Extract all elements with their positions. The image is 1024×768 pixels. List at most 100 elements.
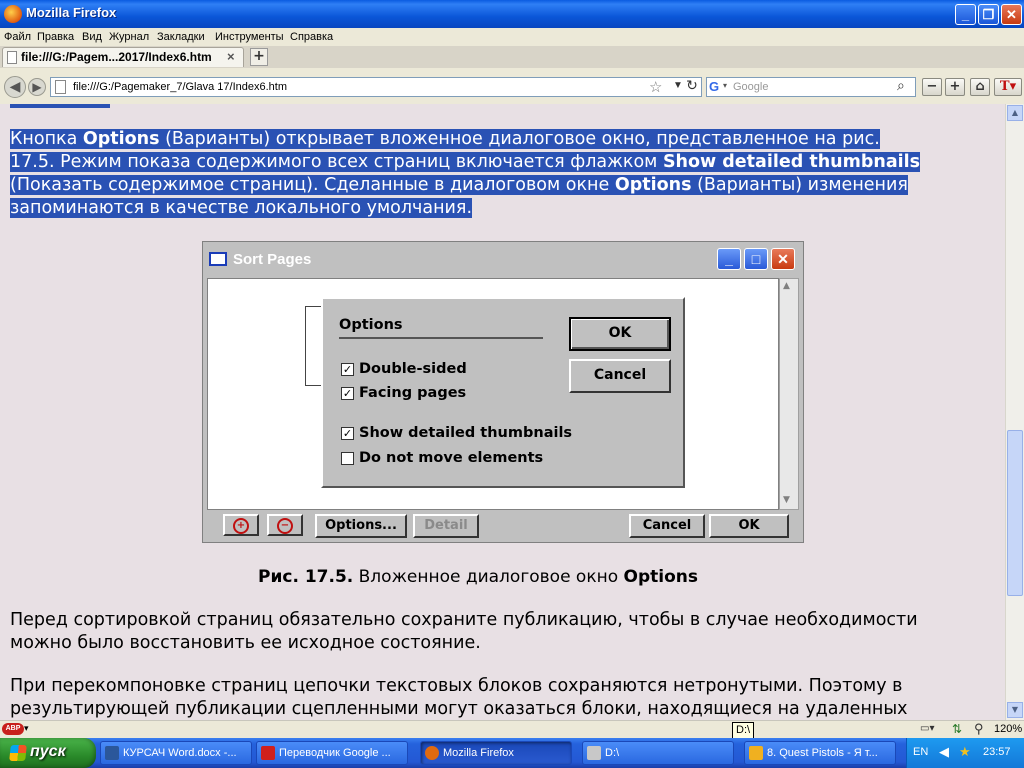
zoom-in-thumb-icon: + [223, 514, 259, 536]
double-sided-label: Double-sided [359, 361, 467, 377]
tab-label: file:///G:/Pagem...2017/Index6.htm [21, 50, 212, 64]
facing-pages-checkbox: ✓ [341, 387, 354, 400]
url-bar[interactable]: file:///G:/Pagemaker_7/Glava 17/Index6.h… [50, 77, 702, 97]
firefox-icon [425, 746, 439, 760]
menu-view[interactable]: Вид [82, 31, 102, 43]
paragraph-text-blocks: При перекомпоновке страниц цепочки текст… [10, 676, 908, 719]
scroll-down-button[interactable]: ▼ [1007, 702, 1023, 718]
tab-close-icon[interactable]: × [227, 49, 235, 64]
system-tray: EN ◀ ★ 23:57 [906, 738, 1024, 768]
scroll-thumb[interactable] [1007, 430, 1023, 596]
clock: 23:57 [983, 746, 1011, 758]
bookmark-star-icon[interactable]: ☆ [649, 78, 662, 96]
maximize-button[interactable]: ❐ [978, 4, 999, 25]
zoom-out-button[interactable]: − [922, 78, 942, 96]
taskbar-item-drive-d[interactable]: D:\ [582, 741, 734, 765]
adblock-dropdown-icon[interactable]: ▾ [24, 723, 29, 734]
detail-button: Detail [413, 514, 479, 538]
zoom-in-button[interactable]: + [945, 78, 965, 96]
taskbar-item-translator[interactable]: Переводчик Google ... [256, 741, 408, 765]
fig-minimize-icon: _ [717, 248, 741, 270]
sort-cancel-button: Cancel [629, 514, 705, 538]
menu-history[interactable]: Журнал [109, 31, 149, 43]
scroll-up-button[interactable]: ▲ [1007, 105, 1023, 121]
firefox-icon [4, 5, 22, 23]
options-ok-button: OK [569, 317, 671, 351]
status-widget-icon[interactable]: ▭▾ [920, 723, 934, 734]
taskbar-item-player[interactable]: 8. Quest Pistols - Я т... [744, 741, 896, 765]
options-dialog: Options ✓ Double-sided ✓ Facing pages ✓ … [321, 297, 685, 488]
double-sided-checkbox: ✓ [341, 363, 354, 376]
figure-caption: Рис. 17.5. Вложенное диалоговое окно Opt… [258, 567, 699, 587]
search-placeholder: Google [733, 81, 769, 93]
word-icon [105, 746, 119, 760]
window-title: Mozilla Firefox [26, 5, 117, 20]
taskbar-item-firefox[interactable]: Mozilla Firefox [420, 741, 572, 765]
menu-bookmarks[interactable]: Закладки [157, 31, 205, 43]
title-divider [339, 337, 543, 339]
options-cancel-button: Cancel [569, 359, 671, 393]
url-text: file:///G:/Pagemaker_7/Glava 17/Index6.h… [73, 81, 288, 93]
zoom-icon[interactable]: ⚲ [974, 721, 984, 737]
fig-scrollbar: ▲ ▼ [779, 278, 799, 510]
windows-logo-icon [9, 745, 27, 761]
reload-icon[interactable]: ↻ [682, 78, 702, 96]
translate-addon-icon[interactable]: T▾ [994, 78, 1022, 96]
page-icon [55, 80, 66, 94]
search-bar[interactable]: G ▾ Google ⌕ [706, 77, 916, 97]
taskbar: пуск КУРСАЧ Word.docx -... Переводчик Go… [0, 738, 1024, 768]
tab-index6[interactable]: file:///G:/Pagem...2017/Index6.htm × [2, 47, 244, 67]
do-not-move-label: Do not move elements [359, 450, 544, 466]
start-button[interactable]: пуск [0, 738, 96, 768]
options-title: Options [339, 317, 403, 333]
sort-ok-button: OK [709, 514, 789, 538]
window-icon [209, 252, 227, 266]
tray-player-icon[interactable]: ★ [959, 744, 971, 760]
page-content: Кнопка Options (Варианты) открывает влож… [0, 104, 1005, 720]
window-titlebar[interactable]: Mozilla Firefox _ ❐ ✕ [0, 0, 1024, 28]
player-icon [749, 746, 763, 760]
facing-pages-label: Facing pages [359, 385, 467, 401]
network-icon[interactable]: ⇅ [952, 722, 962, 736]
drive-icon [587, 746, 601, 760]
menu-file[interactable]: Файл [4, 31, 31, 43]
back-button[interactable]: ◀ [4, 76, 26, 98]
tab-strip: file:///G:/Pagem...2017/Index6.htm × + [0, 46, 1024, 69]
figure-sort-pages-dialog: Sort Pages _ □ ✕ ▲ ▼ Options ✓ Double-si… [202, 241, 804, 543]
status-bar: ABP ▾ D:\ ▭▾ ⇅ ⚲ 120% [0, 720, 1024, 739]
home-button[interactable]: ⌂ [970, 78, 990, 96]
fig-scroll-up-icon: ▲ [783, 281, 790, 291]
zoom-out-thumb-icon: − [267, 514, 303, 536]
close-button[interactable]: ✕ [1001, 4, 1022, 25]
sort-pages-titlebar: Sort Pages _ □ ✕ [203, 242, 803, 278]
fig-close-icon: ✕ [771, 248, 795, 270]
minimize-button[interactable]: _ [955, 4, 976, 25]
page-scrollbar[interactable]: ▲ ▼ [1005, 104, 1024, 720]
language-indicator[interactable]: EN [913, 746, 928, 758]
sort-pages-title: Sort Pages [233, 251, 312, 268]
fig-scroll-down-icon: ▼ [783, 495, 790, 505]
paragraph-options: Кнопка Options (Варианты) открывает влож… [10, 129, 921, 218]
forward-button[interactable]: ▶ [28, 78, 46, 96]
adblock-icon[interactable]: ABP [2, 723, 24, 735]
detailed-thumbnails-label: Show detailed thumbnails [359, 425, 573, 441]
clipped-text-line [10, 104, 110, 108]
menu-edit[interactable]: Правка [37, 31, 74, 43]
new-tab-button[interactable]: + [250, 48, 268, 66]
fig-maximize-icon: □ [744, 248, 768, 270]
menu-help[interactable]: Справка [290, 31, 333, 43]
start-label: пуск [30, 743, 66, 760]
yandex-icon [261, 746, 275, 760]
zoom-level: 120% [994, 723, 1023, 735]
search-engine-dropdown-icon[interactable]: ▾ [723, 81, 727, 90]
navigation-bar: ◀ ▶ file:///G:/Pagemaker_7/Glava 17/Inde… [0, 68, 1024, 104]
menu-bar: Файл Правка Вид Журнал Закладки Инструме… [0, 28, 1024, 46]
menu-tools[interactable]: Инструменты [215, 31, 284, 43]
page-icon [7, 51, 17, 64]
search-icon[interactable]: ⌕ [897, 78, 905, 94]
taskbar-item-word[interactable]: КУРСАЧ Word.docx -... [100, 741, 252, 765]
detailed-thumbnails-checkbox: ✓ [341, 427, 354, 440]
options-button: Options... [315, 514, 407, 538]
paragraph-save: Перед сортировкой страниц обязательно со… [10, 610, 918, 653]
tray-back-icon[interactable]: ◀ [939, 744, 949, 760]
